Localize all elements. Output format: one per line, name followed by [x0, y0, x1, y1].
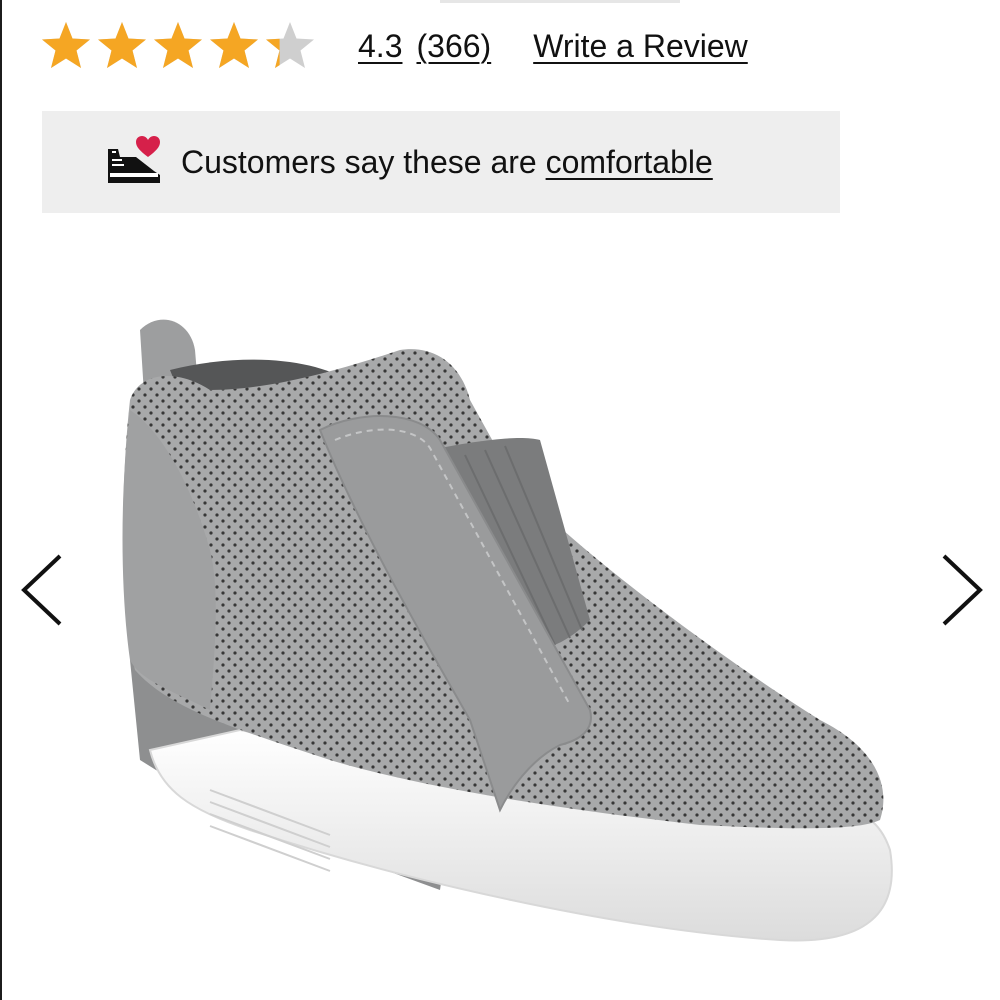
comfort-message-text: Customers say these are: [181, 143, 546, 180]
star-icon: [210, 22, 258, 68]
review-count-link[interactable]: (366): [416, 28, 491, 65]
star-rating: [40, 20, 316, 72]
chevron-left-icon[interactable]: [14, 550, 74, 630]
rating-row: 4.3 (366) Write a Review: [40, 16, 748, 76]
comfortable-link[interactable]: comfortable: [546, 144, 713, 181]
star-icon: [42, 22, 90, 68]
left-border: [0, 0, 2, 1000]
star-icon: [98, 22, 146, 68]
top-divider: [440, 0, 680, 3]
write-review-link[interactable]: Write a Review: [533, 28, 748, 65]
comfort-banner: Customers say these are comfortable: [42, 111, 840, 213]
star-icon: [266, 22, 314, 68]
product-shoe-image: [122, 319, 893, 942]
rating-value-link[interactable]: 4.3: [358, 28, 402, 65]
comfort-message: Customers say these are comfortable: [181, 111, 713, 213]
star-icon: [154, 22, 202, 68]
chevron-right-icon[interactable]: [930, 550, 990, 630]
comfortable-shoe-icon: [108, 136, 160, 183]
